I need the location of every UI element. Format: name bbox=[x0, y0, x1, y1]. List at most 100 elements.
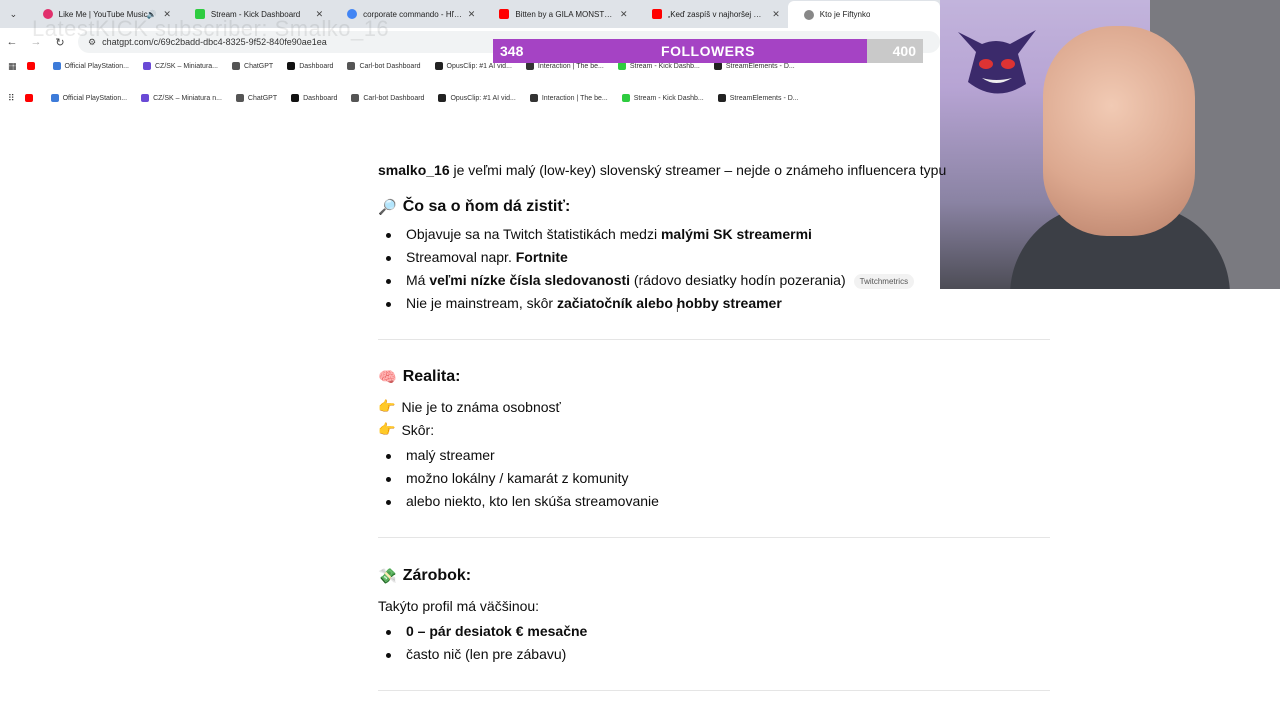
bookmark-item[interactable]: Official PlayStation... bbox=[52, 62, 129, 70]
webcam-overlay bbox=[940, 0, 1280, 289]
canva-icon bbox=[142, 62, 151, 70]
screen: ⌄ Like Me | YouTube Music 🔊 ✕ Stream - K… bbox=[0, 0, 1280, 720]
apps-grid-icon[interactable]: ▦ bbox=[8, 61, 17, 72]
intro-paragraph: smalko_16 je veľmi malý (low-key) sloven… bbox=[378, 162, 946, 178]
kick-icon bbox=[617, 62, 626, 70]
youtube-icon bbox=[24, 94, 33, 102]
tab-search-chevron-icon[interactable]: ⌄ bbox=[0, 0, 27, 28]
youtube-music-favicon-icon bbox=[42, 9, 53, 19]
speaker-icon[interactable]: 🔊 bbox=[147, 10, 157, 19]
tab-title: „Keď zaspíš v najhoršej možnej bbox=[667, 9, 768, 19]
bookmark-label: ChatGPT bbox=[244, 62, 274, 70]
divider bbox=[0, 76, 940, 88]
section-heading: 💸 Zárobok: bbox=[378, 567, 471, 585]
bookmark-item[interactable]: Stream - Kick Dashb... bbox=[617, 62, 700, 70]
github-icon bbox=[529, 94, 538, 102]
intro-text: je veľmi malý (low-key) slovenský stream… bbox=[449, 162, 947, 178]
dashboard-icon bbox=[291, 94, 300, 102]
canva-icon bbox=[141, 94, 150, 102]
close-icon[interactable]: ✕ bbox=[316, 9, 324, 20]
bookmark-item[interactable]: OpusClip: #1 AI vid... bbox=[434, 62, 512, 70]
text-line: 👉 Nie je to známa osobnosť bbox=[378, 398, 561, 415]
browser-tab[interactable]: corporate commando - Hľadať ✕ bbox=[331, 0, 483, 28]
text-line: 👉 Skôr: bbox=[378, 421, 435, 438]
bookmark-label: Official PlayStation... bbox=[62, 94, 128, 102]
text-cursor-icon: I bbox=[676, 304, 679, 315]
bookmark-item[interactable]: StreamElements - D... bbox=[717, 94, 799, 102]
list-item: Objavuje sa na Twitch štatistikách medzi… bbox=[378, 223, 914, 246]
bookmark-item[interactable]: Interaction | The be... bbox=[525, 62, 604, 70]
bookmark-item[interactable]: CZ/SK – Miniatura n... bbox=[141, 94, 222, 102]
bookmark-item[interactable]: ChatGPT bbox=[235, 94, 278, 102]
bookmark-label: Dashboard bbox=[303, 94, 338, 102]
bookmark-item[interactable]: Carl-bot Dashboard bbox=[351, 94, 424, 102]
bookmark-label: ChatGPT bbox=[247, 94, 278, 102]
close-icon[interactable]: ✕ bbox=[163, 9, 171, 20]
youtube-icon bbox=[26, 62, 35, 70]
site-settings-icon[interactable]: ⚙ bbox=[88, 37, 96, 48]
bookmark-item[interactable]: Stream - Kick Dashb... bbox=[621, 94, 704, 102]
bookmark-label: CZ/SK – Miniatura... bbox=[154, 62, 219, 70]
browser-tab[interactable]: „Keď zaspíš v najhoršej možnej ✕ bbox=[636, 0, 788, 28]
list-item: alebo niekto, kto len skúša streamovanie bbox=[378, 490, 659, 513]
text-line: Takýto profil má väčšinou: bbox=[378, 598, 540, 614]
reload-icon[interactable]: ↻ bbox=[48, 36, 72, 49]
chatgpt-icon bbox=[235, 94, 244, 102]
bookmark-label: Stream - Kick Dashb... bbox=[629, 62, 700, 70]
streamelements-icon bbox=[717, 94, 726, 102]
section-heading: 🧠 Realita: bbox=[378, 368, 460, 386]
followers-label: FOLLOWERS bbox=[661, 43, 755, 59]
forward-arrow-icon[interactable]: → bbox=[24, 36, 48, 48]
chatgpt-favicon-icon bbox=[803, 9, 814, 20]
opusclip-icon bbox=[434, 62, 443, 70]
list-item: malý streamer bbox=[378, 444, 659, 467]
bookmark-item[interactable]: OpusClip: #1 AI vid... bbox=[438, 94, 516, 102]
bookmark-item[interactable] bbox=[24, 94, 37, 102]
kick-icon bbox=[621, 94, 630, 102]
tab-strip: ⌄ Like Me | YouTube Music 🔊 ✕ Stream - K… bbox=[0, 0, 940, 28]
followers-goal: 400 bbox=[892, 43, 916, 59]
browser-tab[interactable]: Bitten by a GILA MONSTER!! - ✕ bbox=[483, 0, 635, 28]
apps-grid-icon[interactable]: ⠿ bbox=[8, 93, 15, 104]
list-item: Má veľmi nízke čísla sledovanosti (rádov… bbox=[378, 269, 915, 292]
source-badge[interactable]: Twitchmetrics bbox=[853, 273, 915, 289]
bookmark-label: Carl-bot Dashboard bbox=[359, 62, 421, 70]
bookmark-item[interactable]: Carl-bot Dashboard bbox=[347, 62, 421, 70]
streamer-name: smalko_16 bbox=[378, 162, 450, 178]
bookmark-item[interactable]: Interaction | The be... bbox=[529, 94, 608, 102]
heading-text: Čo sa o ňom dá zistiť: bbox=[402, 198, 571, 215]
close-icon[interactable]: ✕ bbox=[772, 9, 780, 20]
bookmark-item[interactable]: StreamElements - D... bbox=[713, 62, 795, 70]
google-favicon-icon bbox=[347, 9, 358, 19]
close-icon[interactable]: ✕ bbox=[620, 9, 628, 20]
youtube-favicon-icon bbox=[499, 9, 510, 19]
playstation-icon bbox=[50, 94, 59, 102]
dashboard-icon bbox=[287, 62, 296, 70]
bookmark-item[interactable]: Official PlayStation... bbox=[50, 94, 128, 102]
streamer-head bbox=[1043, 26, 1195, 236]
chatgpt-icon bbox=[232, 62, 241, 70]
browser-tab[interactable]: Stream - Kick Dashboard ✕ bbox=[179, 0, 331, 28]
list-item: 0 – pár desiatok € mesačne bbox=[378, 620, 587, 643]
bookmark-item[interactable]: Dashboard bbox=[287, 62, 333, 70]
list-item: možno lokálny / kamarát z komunity bbox=[378, 467, 659, 490]
facts-list: Objavuje sa na Twitch štatistikách medzi… bbox=[378, 223, 915, 315]
divider bbox=[378, 690, 1050, 691]
close-icon[interactable]: ✕ bbox=[468, 9, 476, 20]
bookmark-item[interactable] bbox=[26, 62, 39, 70]
bookmark-label: Dashboard bbox=[299, 62, 334, 70]
gengar-mascot-icon bbox=[958, 30, 1036, 94]
back-arrow-icon[interactable]: ← bbox=[0, 36, 24, 48]
bookmark-item[interactable]: Dashboard bbox=[291, 94, 337, 102]
bookmark-label: StreamElements - D... bbox=[725, 62, 795, 70]
bookmark-item[interactable]: ChatGPT bbox=[232, 62, 273, 70]
browser-tab-active[interactable]: Kto je Fiftynko bbox=[787, 1, 940, 28]
heading-text: Zárobok: bbox=[402, 567, 472, 584]
heading-text: Realita: bbox=[402, 368, 461, 385]
bookmark-label: OpusClip: #1 AI vid... bbox=[450, 94, 516, 102]
brain-icon: 🧠 bbox=[378, 369, 397, 386]
bookmark-label: Interaction | The be... bbox=[541, 94, 608, 102]
url-text: chatgpt.com/c/69c2badd-dbc4-8325-9f52-84… bbox=[102, 37, 327, 47]
browser-tab[interactable]: Like Me | YouTube Music 🔊 ✕ bbox=[27, 0, 179, 28]
bookmark-item[interactable]: CZ/SK – Miniatura... bbox=[142, 62, 219, 70]
